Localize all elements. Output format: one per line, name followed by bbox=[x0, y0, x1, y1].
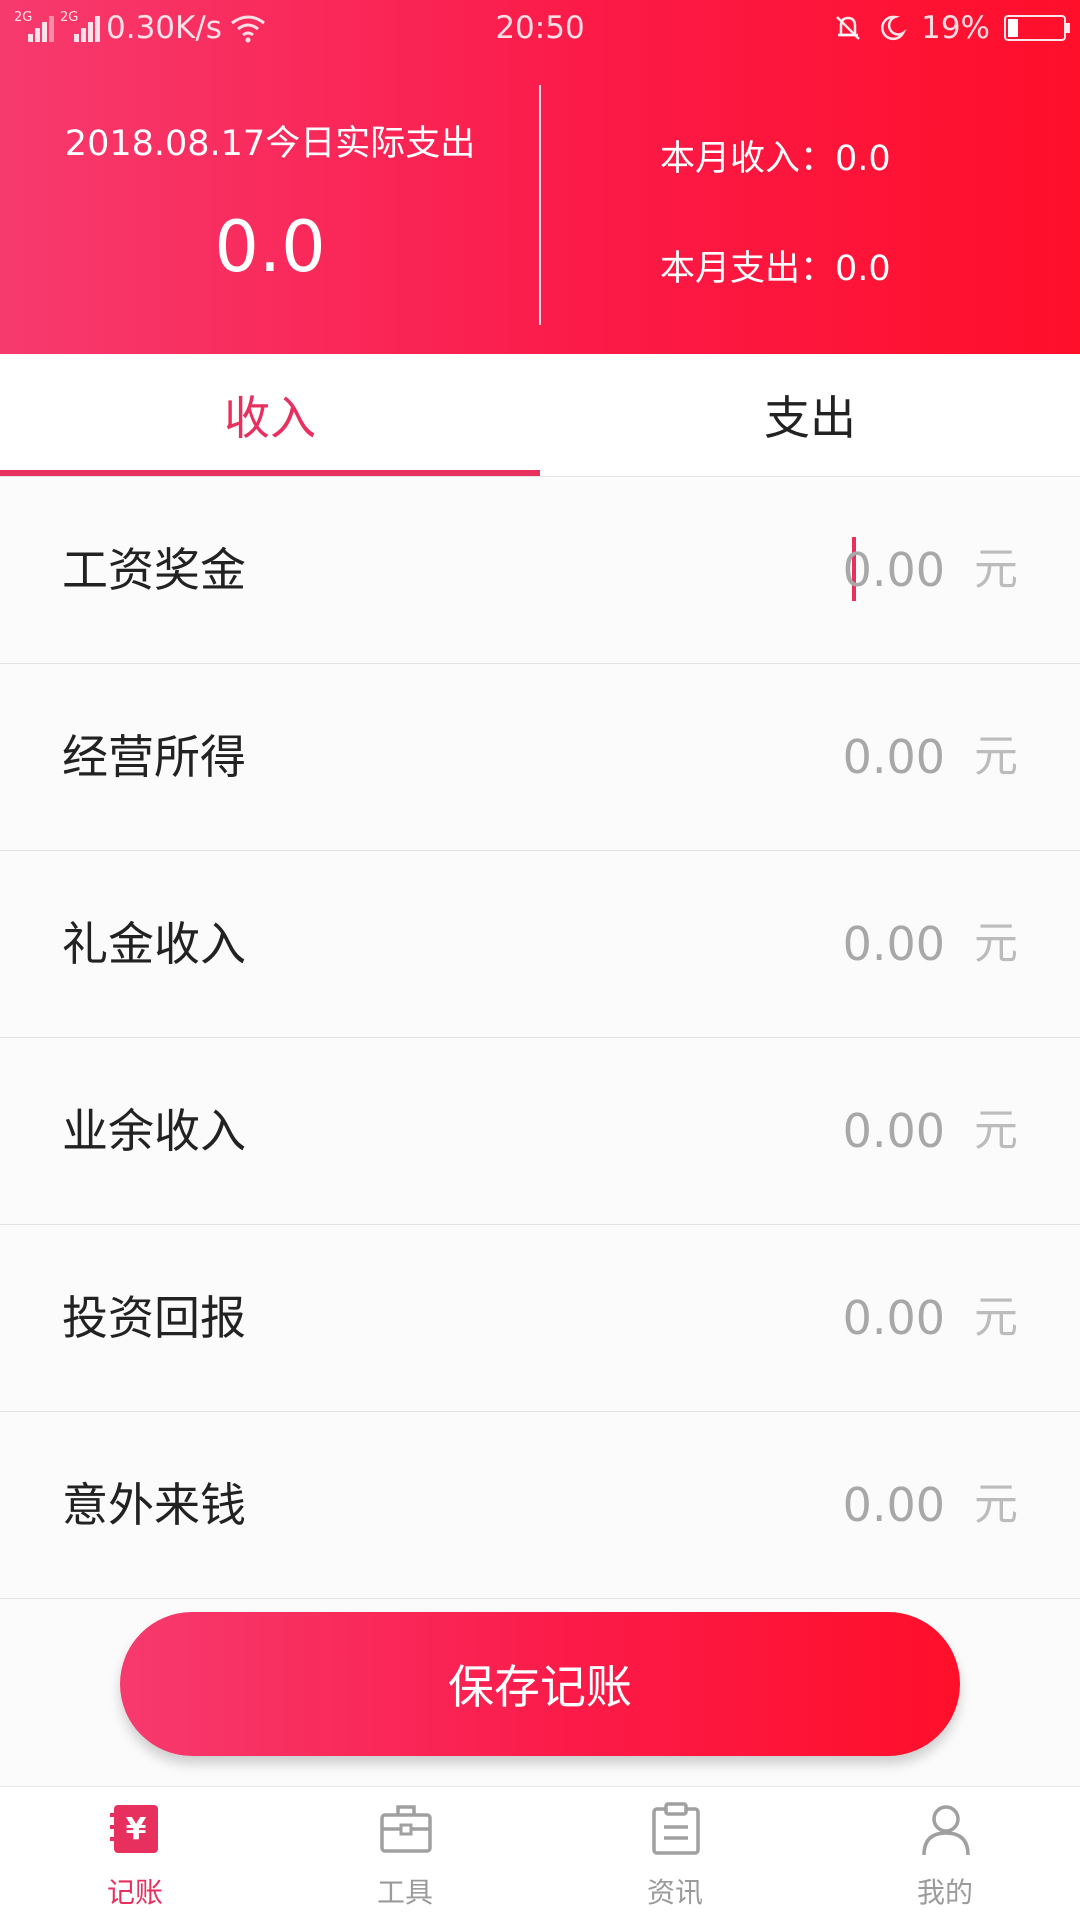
list-item[interactable]: 业余收入 0.00 元 bbox=[0, 1038, 1080, 1225]
amount-input[interactable]: 0.00 bbox=[843, 477, 945, 663]
income-list: 工资奖金 0.00 元 经营所得 0.00 元 礼金收入 0.00 元 业余收入… bbox=[0, 477, 1080, 1599]
header-divider bbox=[539, 85, 541, 325]
nav-item-news[interactable]: 资讯 bbox=[540, 1787, 810, 1921]
nav-item-tools[interactable]: 工具 bbox=[270, 1787, 540, 1921]
moon-icon bbox=[881, 15, 907, 41]
list-item[interactable]: 意外来钱 0.00 元 bbox=[0, 1412, 1080, 1599]
category-label: 业余收入 bbox=[62, 1104, 246, 1158]
nav-item-mine[interactable]: 我的 bbox=[810, 1787, 1080, 1921]
currency-unit: 元 bbox=[974, 731, 1018, 782]
amount-input[interactable]: 0.00 bbox=[843, 1412, 945, 1598]
clipboard-icon bbox=[652, 1802, 700, 1855]
list-item[interactable]: 投资回报 0.00 元 bbox=[0, 1225, 1080, 1412]
month-income-label: 本月收入： bbox=[660, 139, 836, 179]
user-icon bbox=[922, 1805, 970, 1856]
summary-header: 2G 2G 0.30K/s 20:50 19% 2018.08.17今日实际支出… bbox=[0, 0, 1080, 354]
bottom-nav: ¥ 记账 工具 资讯 我的 bbox=[0, 1786, 1080, 1921]
category-label: 经营所得 bbox=[62, 730, 246, 784]
amount-input[interactable]: 0.00 bbox=[843, 1038, 945, 1224]
month-expense-value: 0.0 bbox=[835, 249, 891, 289]
amount-input[interactable]: 0.00 bbox=[843, 851, 945, 1037]
currency-unit: 元 bbox=[974, 1292, 1018, 1343]
amount-input[interactable]: 0.00 bbox=[843, 664, 945, 850]
month-summary: 本月收入：0.0 本月支出：0.0 bbox=[660, 130, 891, 350]
today-date-label: 2018.08.17今日实际支出 bbox=[64, 124, 476, 164]
nav-label: 我的 bbox=[916, 1876, 973, 1909]
nav-label: 资讯 bbox=[646, 1876, 703, 1909]
ledger-icon: ¥ bbox=[110, 1805, 158, 1853]
tab-expense[interactable]: 支出 bbox=[540, 354, 1080, 476]
category-label: 工资奖金 bbox=[62, 543, 246, 597]
currency-unit: 元 bbox=[974, 918, 1018, 969]
tab-income[interactable]: 收入 bbox=[0, 354, 540, 476]
month-income-value: 0.0 bbox=[835, 139, 891, 179]
currency-unit: 元 bbox=[974, 1105, 1018, 1156]
battery-icon bbox=[1004, 15, 1070, 41]
nav-label: 工具 bbox=[376, 1876, 433, 1909]
list-item[interactable]: 礼金收入 0.00 元 bbox=[0, 851, 1080, 1038]
save-record-button[interactable]: 保存记账 bbox=[120, 1612, 960, 1756]
nav-item-ledger[interactable]: ¥ 记账 bbox=[0, 1787, 270, 1921]
nav-label: 记账 bbox=[106, 1876, 163, 1909]
status-bar: 2G 2G 0.30K/s 20:50 19% bbox=[0, 0, 1080, 56]
mute-bell-icon bbox=[836, 16, 860, 40]
currency-unit: 元 bbox=[974, 544, 1018, 595]
category-label: 意外来钱 bbox=[62, 1478, 246, 1532]
list-item[interactable]: 经营所得 0.00 元 bbox=[0, 664, 1080, 851]
currency-unit: 元 bbox=[974, 1479, 1018, 1530]
category-label: 礼金收入 bbox=[62, 917, 246, 971]
svg-text:¥: ¥ bbox=[126, 1812, 147, 1847]
category-label: 投资回报 bbox=[62, 1291, 246, 1345]
list-item[interactable]: 工资奖金 0.00 元 bbox=[0, 477, 1080, 664]
month-expense-label: 本月支出： bbox=[660, 249, 836, 289]
type-tabs: 收入 支出 bbox=[0, 354, 1080, 477]
toolbox-icon bbox=[380, 1805, 432, 1853]
today-amount: 0.0 bbox=[214, 206, 326, 288]
amount-input[interactable]: 0.00 bbox=[843, 1225, 945, 1411]
battery-percent: 19% bbox=[921, 10, 990, 46]
today-expense: 2018.08.17今日实际支出 0.0 bbox=[0, 115, 540, 288]
